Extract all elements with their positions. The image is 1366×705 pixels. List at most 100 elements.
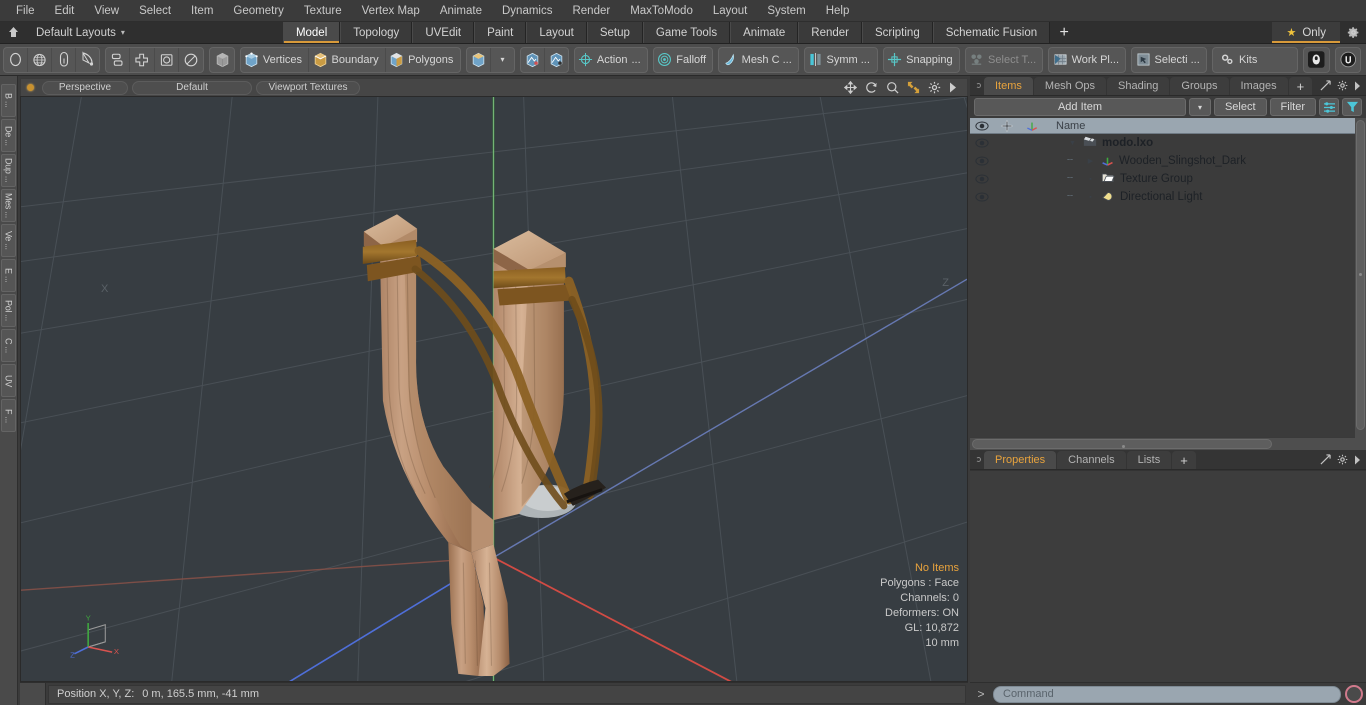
left-tab-curve[interactable]: C ... xyxy=(1,329,16,362)
layout-tab-layout[interactable]: Layout xyxy=(526,22,587,43)
list-options-icon[interactable] xyxy=(1319,98,1339,116)
items-horizontal-scrollbar[interactable] xyxy=(970,437,1366,450)
duplicate-icon[interactable] xyxy=(106,47,131,72)
solid-cube-icon[interactable] xyxy=(210,48,234,72)
left-tab-deform[interactable]: De ... xyxy=(1,119,16,152)
gear-icon[interactable] xyxy=(1337,454,1348,468)
menu-arrow-icon[interactable] xyxy=(1354,81,1361,94)
left-tab-mesh-edit[interactable]: Mes ... xyxy=(1,189,16,222)
curve-icon[interactable] xyxy=(76,48,99,72)
gear-icon[interactable] xyxy=(1340,22,1366,43)
add-item-dropdown[interactable]: ▾ xyxy=(1188,98,1211,116)
menu-item-file[interactable]: File xyxy=(6,0,45,22)
layout-tab-animate[interactable]: Animate xyxy=(730,22,799,43)
globe-icon[interactable] xyxy=(28,47,52,72)
viewport-projection-selector[interactable]: Perspective xyxy=(42,80,128,95)
select-paint-icon[interactable] xyxy=(545,48,568,72)
column-name-header[interactable]: Name xyxy=(1044,118,1366,134)
layout-tab-uvedit[interactable]: UVEdit xyxy=(412,22,475,43)
tab-items[interactable]: Items xyxy=(984,77,1033,95)
items-list-empty-area[interactable] xyxy=(970,206,1366,437)
layout-tab-schematic-fusion[interactable]: Schematic Fusion xyxy=(932,22,1051,43)
viewport-shading-selector[interactable]: Viewport Textures xyxy=(256,80,360,95)
viewport-options-gear-icon[interactable] xyxy=(928,81,941,94)
expand-icon[interactable] xyxy=(1320,80,1331,94)
rotate-viewport-icon[interactable] xyxy=(865,81,878,94)
command-input[interactable]: Command xyxy=(993,685,1341,703)
menu-item-system[interactable]: System xyxy=(757,0,815,22)
left-tab-basic[interactable]: B ... xyxy=(1,84,16,117)
filter-button[interactable]: Filter xyxy=(1269,98,1316,116)
row-visibility-toggle[interactable] xyxy=(970,138,994,148)
fit-viewport-icon[interactable] xyxy=(907,81,920,94)
chevron-down-icon[interactable]: ▼ xyxy=(1067,140,1078,147)
column-visibility-icon[interactable] xyxy=(970,118,994,134)
row-visibility-toggle[interactable] xyxy=(970,192,994,202)
selection-mode-boundary[interactable]: Boundary xyxy=(309,47,386,72)
select-through-icon[interactable] xyxy=(521,47,545,72)
menu-item-maxtomodo[interactable]: MaxToModo xyxy=(620,0,703,22)
item-row-mesh[interactable]: ╌ ▶ Wooden_Slingshot_Dark xyxy=(1044,154,1366,169)
pen-icon[interactable] xyxy=(52,47,76,72)
menu-item-animate[interactable]: Animate xyxy=(430,0,492,22)
work-plane-button[interactable]: Work Pl... xyxy=(1049,48,1125,72)
selection-mode-vertices[interactable]: Vertices xyxy=(241,47,310,72)
gear-icon[interactable] xyxy=(1337,80,1348,94)
viewport-style-selector[interactable]: Default xyxy=(132,80,252,95)
tab-channels[interactable]: Channels xyxy=(1057,451,1126,469)
expand-icon[interactable] xyxy=(1320,454,1331,468)
menu-item-select[interactable]: Select xyxy=(129,0,181,22)
menu-item-layout[interactable]: Layout xyxy=(703,0,758,22)
items-vertical-scrollbar[interactable] xyxy=(1355,118,1366,450)
tab-mesh-ops[interactable]: Mesh Ops xyxy=(1033,77,1107,95)
menu-item-texture[interactable]: Texture xyxy=(294,0,352,22)
selection-set-button[interactable]: Selecti ... xyxy=(1132,48,1206,72)
add-properties-tab-button[interactable]: + xyxy=(1172,451,1196,469)
add-panel-tab-button[interactable]: + xyxy=(1288,77,1313,95)
menu-item-view[interactable]: View xyxy=(84,0,129,22)
left-tab-uv[interactable]: UV xyxy=(1,364,16,397)
menu-item-item[interactable]: Item xyxy=(181,0,223,22)
snapping-button[interactable]: Snapping xyxy=(884,48,959,72)
only-toggle-button[interactable]: ★ Only xyxy=(1272,22,1340,43)
left-tab-duplicate[interactable]: Dup ... xyxy=(1,154,16,187)
layout-tab-scripting[interactable]: Scripting xyxy=(861,22,933,43)
table-row[interactable]: ▼ modo.lxo xyxy=(970,134,1366,152)
home-layout-icon[interactable] xyxy=(0,22,26,43)
properties-content-area[interactable] xyxy=(970,470,1366,682)
table-row[interactable]: ╌ ▶ Wooden_Slingshot_Dark xyxy=(970,152,1366,170)
filter-funnel-icon[interactable] xyxy=(1342,98,1362,116)
item-cube-icon[interactable] xyxy=(467,47,491,72)
row-visibility-toggle[interactable] xyxy=(970,174,994,184)
layout-tab-paint[interactable]: Paint xyxy=(474,22,527,43)
add-item-button[interactable]: Add Item xyxy=(974,98,1186,116)
mesh-constraint-button[interactable]: Mesh C ... xyxy=(719,48,798,72)
layout-preset-selector[interactable]: Default Layouts ▾ xyxy=(26,22,135,43)
modo-logo-icon[interactable] xyxy=(1304,48,1329,72)
layout-tab-render[interactable]: Render xyxy=(798,22,862,43)
left-tab-polygon[interactable]: Pol ... xyxy=(1,294,16,327)
sphere-icon[interactable] xyxy=(4,47,28,72)
left-tab-fusion[interactable]: F ... xyxy=(1,399,16,432)
selection-mode-polygons[interactable]: Polygons xyxy=(386,48,460,72)
bevel-icon[interactable] xyxy=(179,48,203,72)
select-button[interactable]: Select xyxy=(1213,98,1267,116)
action-center-button[interactable]: Action ... xyxy=(575,48,647,72)
left-tab-vertex[interactable]: Ve ... xyxy=(1,224,16,257)
item-row-texture-group[interactable]: ╌ ▪ Texture Group xyxy=(1044,172,1366,186)
layout-tab-game-tools[interactable]: Game Tools xyxy=(642,22,731,43)
item-mode-dropdown[interactable]: ▾ xyxy=(491,48,514,72)
symmetry-button[interactable]: Symm ... xyxy=(805,48,877,72)
tab-groups[interactable]: Groups xyxy=(1170,77,1229,95)
item-row-directional-light[interactable]: ╌ ▪ Directional Light xyxy=(1044,190,1366,205)
menu-item-help[interactable]: Help xyxy=(816,0,860,22)
row-visibility-toggle[interactable] xyxy=(970,156,994,166)
select-through-tool-button[interactable]: Select T... xyxy=(966,48,1043,72)
add-layout-tab-button[interactable]: + xyxy=(1050,22,1079,43)
falloff-button[interactable]: Falloff xyxy=(654,48,713,72)
menu-item-edit[interactable]: Edit xyxy=(45,0,85,22)
items-hscroll-thumb[interactable] xyxy=(972,439,1272,449)
panel-menu-dot[interactable] xyxy=(972,449,984,469)
record-icon[interactable] xyxy=(1345,685,1363,703)
column-axis-icon[interactable] xyxy=(1019,118,1044,134)
